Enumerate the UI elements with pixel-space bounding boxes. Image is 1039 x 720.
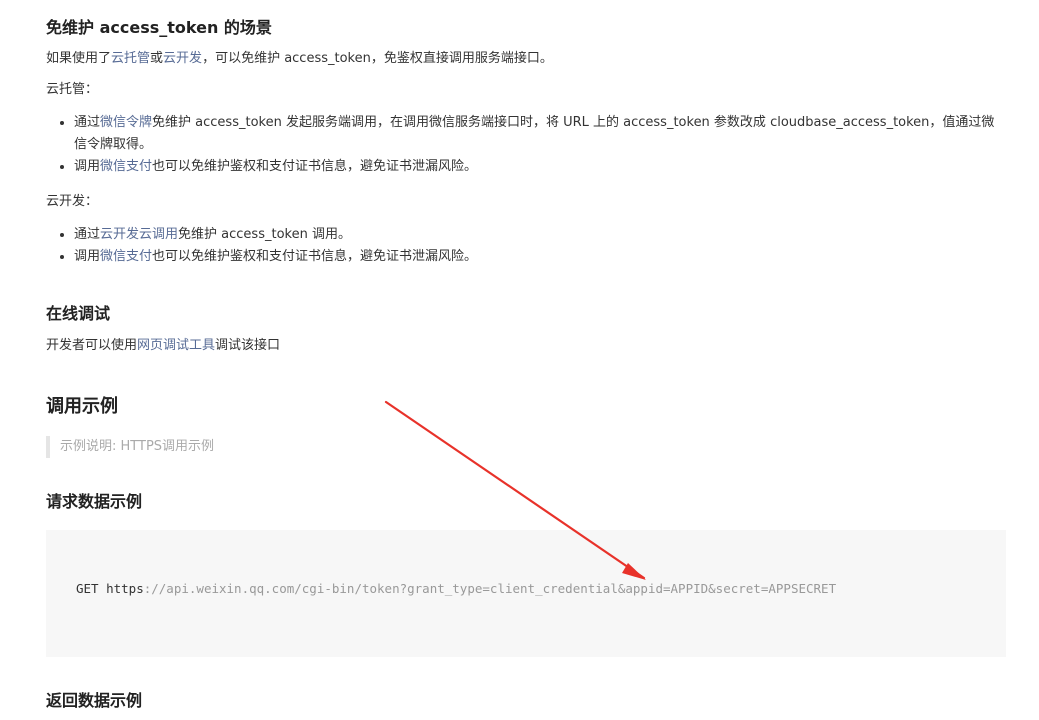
request-code-block: GET https://api.weixin.qq.com/cgi-bin/to… [46,530,1006,657]
link-wechat-token[interactable]: 微信令牌 [100,115,152,130]
link-clouddev[interactable]: 云开发 [163,51,202,66]
intro-pre-text: 如果使用了 [46,51,112,66]
clouddev-label: 云开发： [46,194,99,209]
heading-maintenance-free: 免维护 access_token 的场景 [46,18,272,37]
heading-call-example: 调用示例 [46,396,118,417]
code-method: GET https [76,581,144,596]
intro-or-text: 或 [150,51,164,66]
clouddev-list: 通过云开发云调用免维护 access_token 调用。 调用微信支付也可以免维… [46,224,1006,268]
link-clouddev-call[interactable]: 云开发云调用 [100,227,178,242]
link-cloudhosting[interactable]: 云托管 [111,51,150,66]
list-item-pre: 调用 [74,249,101,264]
list-item-pre: 调用 [74,159,101,174]
list-item: 通过云开发云调用免维护 access_token 调用。 [74,224,1006,246]
link-wechat-pay[interactable]: 微信支付 [100,159,152,174]
heading-request-example: 请求数据示例 [46,492,143,511]
heading-online-debug: 在线调试 [46,304,111,323]
list-item-pre: 通过 [74,227,101,242]
list-item-post: 也可以免维护鉴权和支付证书信息，避免证书泄漏风险。 [152,159,478,174]
debug-paragraph: 开发者可以使用网页调试工具调试该接口 [46,335,280,357]
list-item: 通过微信令牌免维护 access_token 发起服务端调用，在调用微信服务端接… [74,112,1006,156]
cloudhosting-list: 通过微信令牌免维护 access_token 发起服务端调用，在调用微信服务端接… [46,112,1006,178]
example-note: 示例说明: HTTPS调用示例 [46,436,214,458]
list-item: 调用微信支付也可以免维护鉴权和支付证书信息，避免证书泄漏风险。 [74,156,1006,178]
list-item-post: 免维护 access_token 发起服务端调用，在调用微信服务端接口时，将 U… [74,115,995,152]
debug-pre-text: 开发者可以使用 [46,338,138,353]
intro-post-text: ，可以免维护 access_token，免鉴权直接调用服务端接口。 [202,51,553,66]
intro-paragraph: 如果使用了云托管或云开发，可以免维护 access_token，免鉴权直接调用服… [46,48,1006,70]
debug-post-text: 调试该接口 [215,338,281,353]
code-url: ://api.weixin.qq.com/cgi-bin/token?grant… [143,581,837,596]
list-item: 调用微信支付也可以免维护鉴权和支付证书信息，避免证书泄漏风险。 [74,246,1006,268]
list-item-pre: 通过 [74,115,101,130]
list-item-post: 也可以免维护鉴权和支付证书信息，避免证书泄漏风险。 [152,249,478,264]
cloudhosting-label: 云托管： [46,82,99,97]
heading-response-example: 返回数据示例 [46,691,143,710]
list-item-post: 免维护 access_token 调用。 [178,227,351,242]
link-wechat-pay-2[interactable]: 微信支付 [100,249,152,264]
link-web-debug-tool[interactable]: 网页调试工具 [137,338,215,353]
